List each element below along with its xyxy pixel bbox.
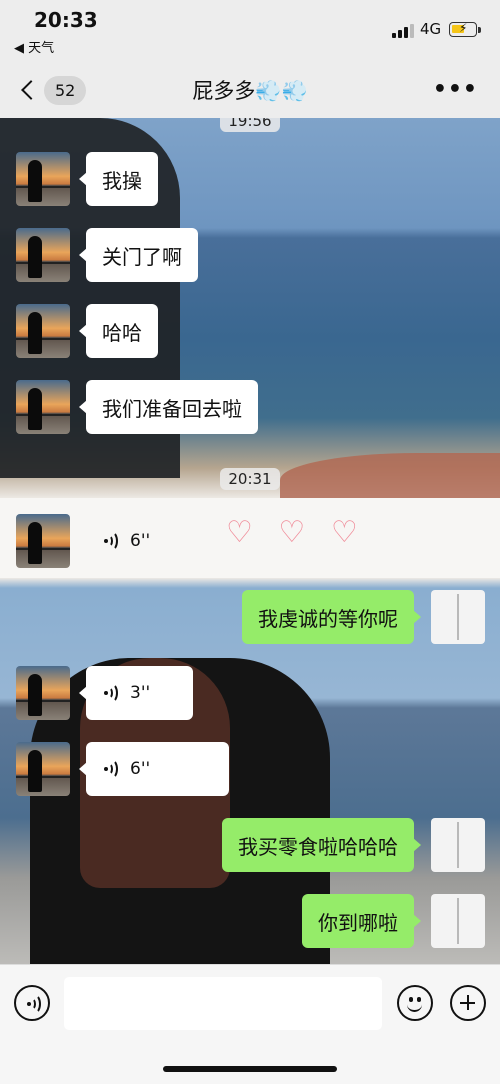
signal-icon (392, 24, 414, 38)
network-type: 4G (420, 20, 442, 38)
my-avatar[interactable] (431, 894, 485, 948)
timestamp: 20:31 (0, 468, 500, 490)
clock: 20:33 (34, 8, 98, 32)
contact-avatar[interactable] (16, 514, 70, 568)
back-button[interactable]: 52 (14, 73, 87, 107)
more-options-icon[interactable]: ••• (433, 77, 478, 102)
message-bubble[interactable]: 哈哈 (79, 304, 158, 358)
battery-icon: ⚡ (449, 21, 477, 37)
contact-avatar[interactable] (16, 666, 70, 720)
home-indicator[interactable] (163, 1066, 337, 1072)
heart-decoration: ♡ ♡ ♡ (226, 515, 366, 550)
voice-message[interactable]: 6'' (79, 742, 229, 796)
voice-wave-icon (102, 531, 120, 551)
chat-header: 52 屁多多💨💨 ••• (0, 62, 500, 118)
smile-icon (407, 1003, 422, 1012)
voice-message[interactable]: 3'' (79, 666, 193, 720)
contact-avatar[interactable] (16, 228, 70, 282)
voice-wave-icon (25, 994, 43, 1014)
message-bubble[interactable]: 我买零食啦哈哈哈 (222, 818, 421, 872)
contact-avatar[interactable] (16, 304, 70, 358)
message-bubble[interactable]: 我操 (79, 152, 158, 206)
chevron-left-icon (21, 80, 41, 100)
contact-avatar[interactable] (16, 380, 70, 434)
message-bubble[interactable]: 关门了啊 (79, 228, 198, 282)
chat-title: 屁多多💨💨 (192, 79, 308, 103)
unread-count-badge: 52 (44, 75, 87, 105)
my-avatar[interactable] (431, 590, 485, 644)
contact-avatar[interactable] (16, 152, 70, 206)
voice-wave-icon (102, 683, 120, 703)
timestamp: 19:56 (0, 118, 500, 132)
back-to-app-link[interactable]: ◀ 天气 (14, 37, 54, 56)
message-bubble[interactable]: 你到哪啦 (302, 894, 421, 948)
status-bar: 20:33 ◀ 天气 4G ⚡ (0, 0, 500, 62)
voice-message[interactable]: 6'' (86, 514, 166, 568)
emoji-button[interactable] (397, 985, 433, 1021)
message-bubble[interactable]: 我虔诚的等你呢 (242, 590, 421, 644)
chat-area[interactable]: 19:56 我操 关门了啊 哈哈 我们准备回去啦 20:31 6'' ♡ ♡ ♡… (0, 118, 500, 964)
voice-input-button[interactable] (14, 985, 50, 1021)
more-functions-button[interactable] (450, 985, 486, 1021)
message-bubble[interactable]: 我们准备回去啦 (79, 380, 258, 434)
voice-wave-icon (102, 759, 120, 779)
contact-avatar[interactable] (16, 742, 70, 796)
message-input[interactable] (64, 977, 382, 1030)
my-avatar[interactable] (431, 818, 485, 872)
